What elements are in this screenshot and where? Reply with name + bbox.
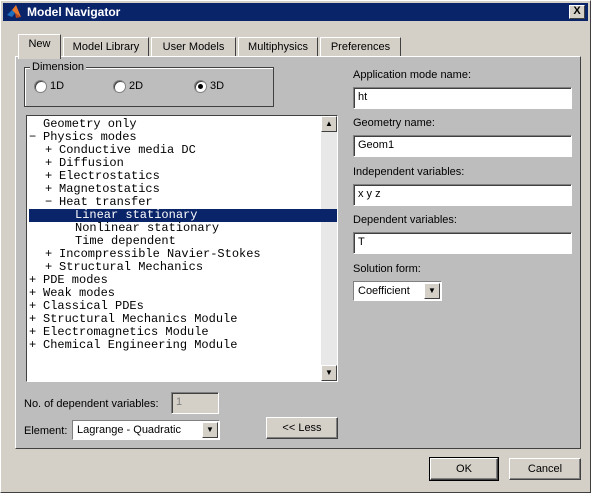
tab-label: Multiphysics [248, 41, 308, 53]
less-button[interactable]: << Less [266, 417, 338, 439]
tree-expander-icon[interactable]: − [45, 196, 59, 209]
new-tab-panel: Dimension 1D 2D 3D ▲ ▼ Geometry only − Ph… [15, 56, 581, 449]
independent-vars-field[interactable]: x y z [353, 184, 572, 206]
element-select-value: Lagrange - Quadratic [77, 424, 181, 436]
tree-item[interactable]: + Chemical Engineering Module [29, 339, 334, 352]
dimension-groupbox: Dimension 1D 2D 3D [24, 61, 274, 107]
element-label: Element: [24, 425, 68, 437]
element-select[interactable]: Lagrange - Quadratic ▼ [72, 420, 220, 440]
num-dep-vars-field[interactable]: 1 [171, 392, 219, 414]
app-mode-label: Application mode name: [353, 69, 472, 81]
tab-label: New [28, 38, 51, 50]
radio-label: 3D [210, 80, 225, 92]
chevron-down-icon[interactable]: ▼ [424, 283, 440, 299]
radio-circle-icon [34, 80, 47, 93]
tab-model-library[interactable]: Model Library [63, 37, 149, 57]
close-button[interactable]: X [569, 5, 585, 19]
tab-label: Preferences [330, 41, 391, 53]
tab-label: User Models [162, 41, 225, 53]
solution-form-value: Coefficient [358, 285, 410, 297]
solution-form-label: Solution form: [353, 263, 421, 275]
arrow-down-icon[interactable]: ▼ [321, 365, 337, 381]
tab-multiphysics[interactable]: Multiphysics [238, 37, 318, 57]
tab-user-models[interactable]: User Models [151, 37, 236, 57]
dimension-legend: Dimension [30, 61, 86, 73]
model-navigator-window: Model Navigator X New Model Library User… [0, 0, 591, 493]
tab-new[interactable]: New [18, 34, 61, 59]
close-icon: X [573, 5, 581, 17]
tree-expander-icon[interactable]: − [29, 131, 43, 144]
radio-circle-icon [194, 80, 207, 93]
chevron-down-icon[interactable]: ▼ [202, 422, 218, 438]
matlab-logo-icon [7, 5, 21, 18]
tab-preferences[interactable]: Preferences [320, 37, 401, 57]
tree-expander-icon[interactable]: + [29, 339, 43, 352]
cancel-button[interactable]: Cancel [509, 458, 581, 480]
solution-form-select[interactable]: Coefficient ▼ [353, 281, 442, 301]
independent-vars-label: Independent variables: [353, 166, 465, 178]
window-title: Model Navigator [27, 5, 121, 19]
radio-label: 2D [129, 80, 144, 92]
radio-circle-icon [113, 80, 126, 93]
tab-label: Model Library [72, 41, 140, 53]
ok-button[interactable]: OK [429, 457, 499, 481]
radio-label: 1D [50, 80, 65, 92]
num-dep-vars-label: No. of dependent variables: [24, 398, 159, 410]
dependent-vars-field[interactable]: T [353, 232, 572, 254]
title-bar[interactable]: Model Navigator X [3, 3, 588, 21]
radio-selected-dot [198, 84, 203, 89]
dependent-vars-label: Dependent variables: [353, 214, 457, 226]
geometry-name-field[interactable]: Geom1 [353, 135, 572, 157]
app-mode-field[interactable]: ht [353, 87, 572, 109]
geometry-name-label: Geometry name: [353, 117, 435, 129]
physics-modes-tree[interactable]: ▲ ▼ Geometry only − Physics modes + Conduc… [26, 115, 338, 382]
